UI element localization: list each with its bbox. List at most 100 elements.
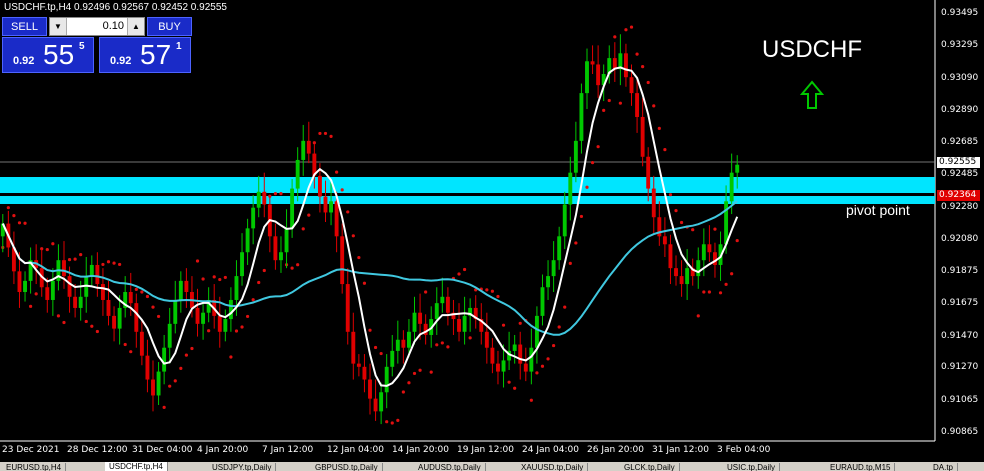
x-tick-label: 14 Jan 20:00: [392, 445, 449, 455]
bear-candle: [662, 236, 667, 245]
sar-dot: [513, 386, 517, 390]
bear-candle: [317, 175, 322, 197]
bull-candle: [156, 371, 161, 396]
bear-candle: [490, 347, 495, 364]
bear-candle: [368, 379, 372, 399]
x-tick-label: 4 Jan 20:00: [197, 445, 249, 455]
bear-candle: [646, 156, 651, 189]
sar-dot: [234, 329, 239, 333]
bear-candle: [139, 331, 144, 356]
y-tick-label: 0.90865: [941, 426, 979, 437]
buy-price-big: 57: [140, 39, 172, 70]
chart-info-line: USDCHF.tp,H4 0.92496 0.92567 0.92452 0.9…: [4, 2, 227, 13]
bear-candle: [95, 264, 100, 285]
chart-tab[interactable]: AUDUSD.tp,Daily: [414, 463, 486, 471]
sar-dot: [56, 314, 61, 318]
sar-dot: [201, 277, 205, 281]
bull-candle: [117, 307, 122, 329]
chart-tab[interactable]: DA.tp: [929, 463, 959, 471]
sar-dot: [691, 228, 695, 232]
one-click-trade-panel: SELL ▼ 0.10 ▲ BUY 0.92 55 5 0.92 57 1: [2, 17, 192, 73]
sar-dot: [635, 52, 639, 56]
sar-dot: [646, 80, 650, 85]
sar-dot: [440, 341, 444, 345]
chart-tab[interactable]: XAUUSD.tp,Daily: [517, 463, 589, 471]
sar-dot: [262, 268, 266, 273]
chart-tab[interactable]: USDJPY.tp,Daily: [208, 463, 277, 471]
chart-tab[interactable]: USDCHF.tp,H4: [105, 462, 168, 471]
chart-tab[interactable]: EURAUD.tp,M15: [826, 463, 896, 471]
bull-candle: [256, 191, 261, 208]
chart-tab[interactable]: GLCK.tp,Daily: [620, 463, 680, 471]
bear-candle: [401, 339, 406, 348]
sar-dot: [279, 192, 283, 196]
sar-dot: [535, 371, 539, 375]
bull-candle: [462, 315, 467, 332]
sar-dot: [574, 241, 578, 245]
sar-dot: [540, 364, 545, 368]
lot-decrease-button[interactable]: ▼: [50, 18, 67, 35]
bull-candle: [379, 392, 384, 412]
bear-candle: [62, 260, 66, 277]
lot-size-input[interactable]: ▼ 0.10 ▲: [49, 17, 145, 36]
sar-dot: [190, 346, 194, 351]
chart-tab[interactable]: USIC.tp,Daily: [723, 463, 781, 471]
bear-candle: [623, 53, 628, 78]
bull-candle: [384, 366, 389, 393]
lot-increase-button[interactable]: ▲: [127, 18, 144, 35]
bull-candle: [412, 312, 417, 332]
bear-candle: [484, 331, 489, 348]
sar-dot: [123, 342, 127, 347]
buy-price-box[interactable]: 0.92 57 1: [99, 37, 191, 73]
bull-candle: [407, 331, 411, 348]
sell-price-prefix: 0.92: [13, 55, 35, 67]
sar-dot: [12, 214, 16, 218]
bull-candle: [579, 93, 584, 141]
y-tick-label: 0.92890: [941, 104, 979, 115]
sar-dot: [195, 259, 200, 263]
x-tick-label: 31 Jan 12:00: [652, 445, 709, 455]
sell-price-box[interactable]: 0.92 55 5: [2, 37, 94, 73]
sar-dot: [179, 366, 183, 370]
buy-button[interactable]: BUY: [147, 17, 192, 36]
y-tick-label: 0.91470: [941, 330, 979, 341]
bull-candle: [573, 140, 578, 173]
x-tick-label: 23 Dec 2021: [2, 445, 60, 455]
sar-dot: [485, 288, 489, 292]
sar-dot: [329, 134, 333, 138]
sar-dot: [90, 324, 94, 328]
bull-candle: [284, 228, 289, 253]
sar-dot: [23, 221, 27, 225]
bull-candle: [78, 296, 83, 308]
sar-dot: [735, 238, 739, 243]
bear-candle: [134, 303, 139, 332]
sar-dot: [140, 290, 144, 294]
sar-dot: [257, 280, 261, 285]
bear-candle: [184, 280, 189, 293]
y-tick-label: 0.91065: [941, 395, 979, 405]
bull-candle: [228, 299, 233, 320]
sar-dot: [602, 108, 606, 112]
chart-tab[interactable]: EURUSD.tp,H4: [2, 463, 67, 471]
sar-dot: [6, 206, 10, 210]
sar-dot: [62, 320, 66, 325]
bull-candle: [551, 260, 556, 277]
sell-button[interactable]: SELL: [2, 17, 47, 36]
x-tick-label: 28 Dec 12:00: [67, 445, 128, 455]
sar-dot: [641, 64, 645, 69]
sar-dot: [245, 314, 250, 319]
sar-dot: [34, 292, 38, 296]
buy-price-prefix: 0.92: [110, 55, 132, 67]
chart-tab[interactable]: GBPUSD.tp,Daily: [311, 463, 383, 471]
y-tick-label: 0.93295: [941, 40, 979, 51]
y-tick-label: 0.91270: [941, 362, 979, 373]
sar-dot: [251, 298, 255, 302]
sar-dot: [552, 343, 556, 348]
bear-candle: [340, 236, 345, 285]
y-tick-label: 0.93090: [941, 72, 979, 83]
bull-candle: [279, 252, 283, 261]
sar-dot: [340, 188, 344, 192]
lot-size-value[interactable]: 0.10: [68, 18, 126, 35]
sar-dot: [351, 234, 355, 238]
bear-candle: [45, 287, 50, 300]
